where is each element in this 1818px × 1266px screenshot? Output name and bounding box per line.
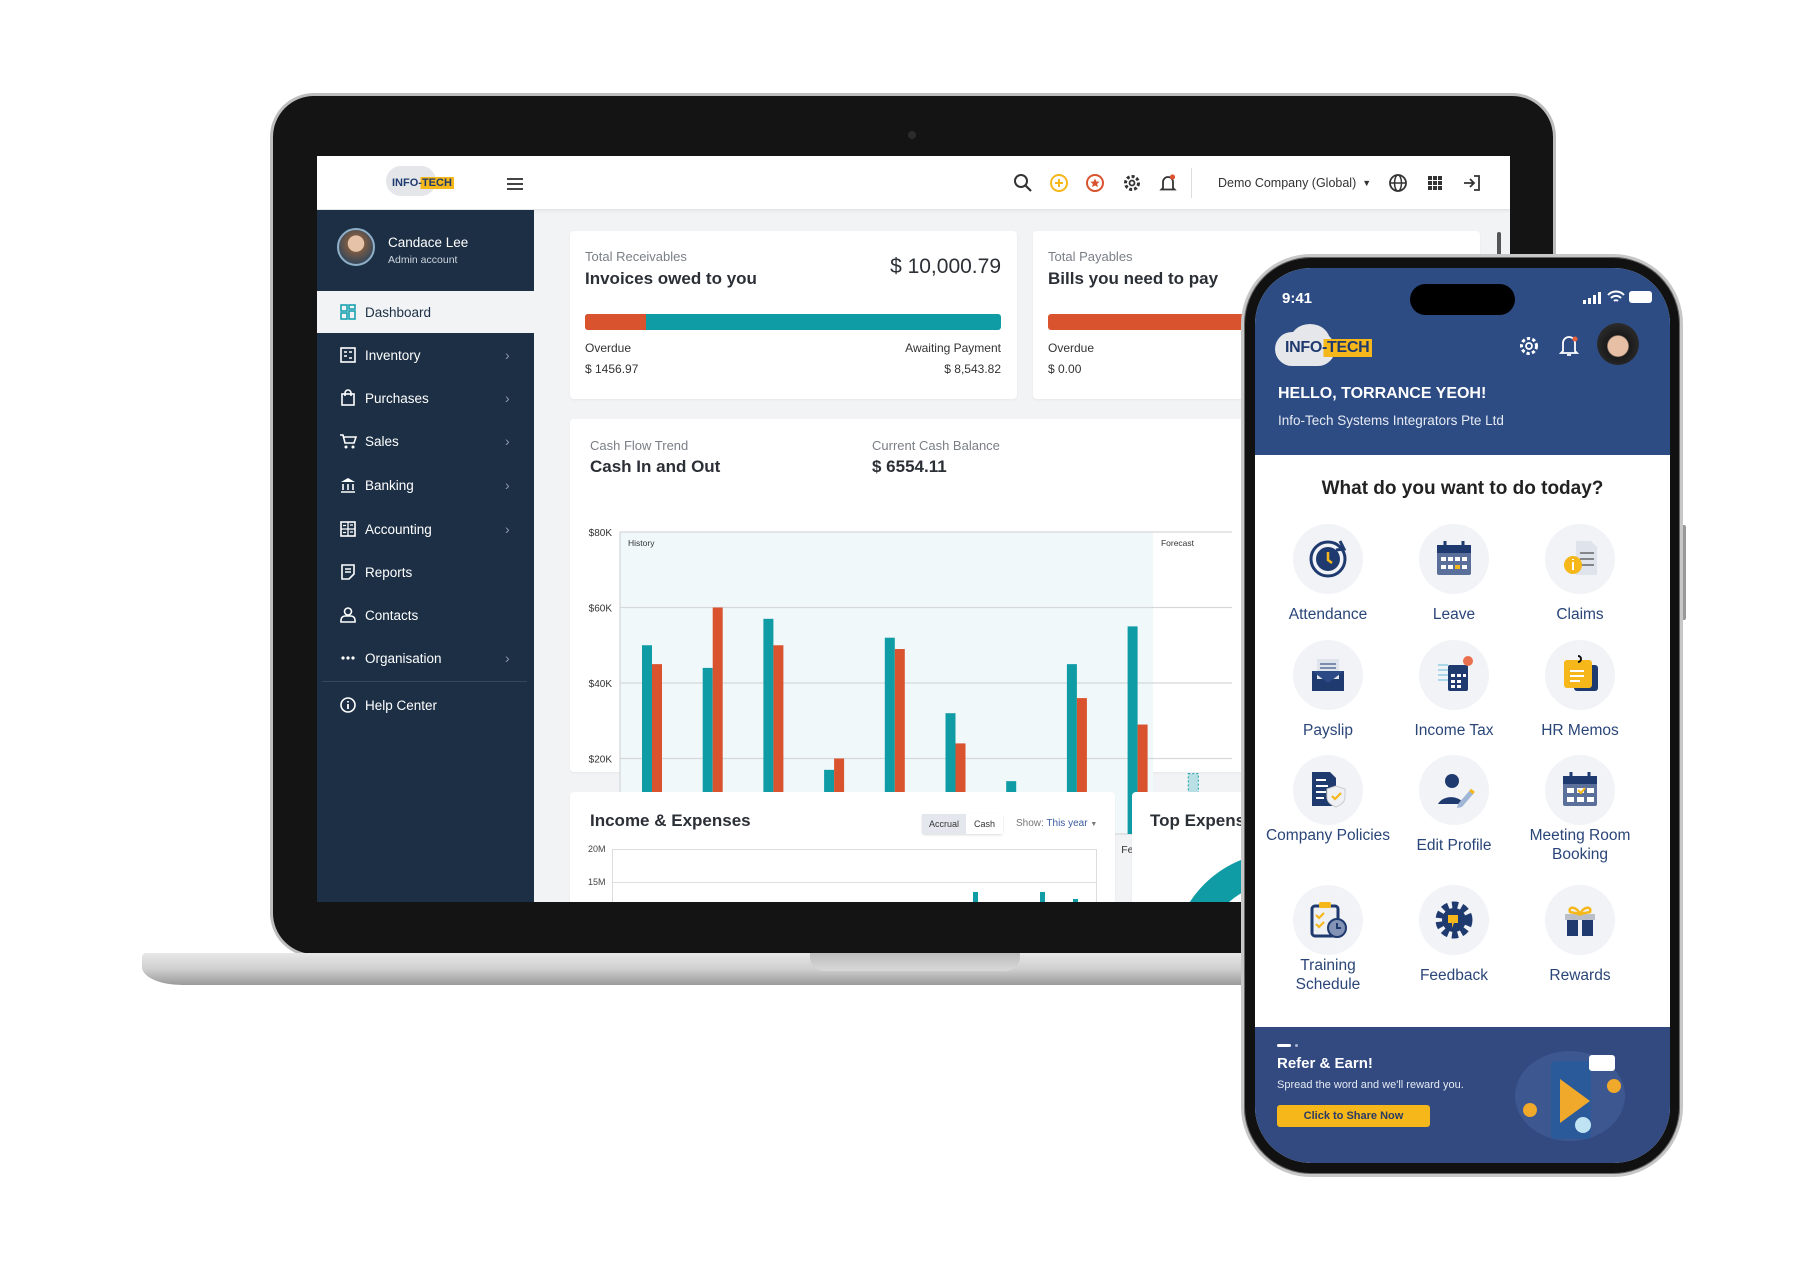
carousel-indicator[interactable] (1295, 1044, 1298, 1047)
y-tick-label: $40K (589, 679, 613, 690)
tile-label: Claims (1556, 606, 1604, 623)
refer-banner[interactable]: Refer & Earn! Spread the word and we'll … (1255, 1027, 1670, 1163)
tile-payslip[interactable]: Payslip (1263, 640, 1393, 763)
dynamic-island (1410, 284, 1515, 315)
tile-training-schedule[interactable]: Training Schedule (1263, 885, 1393, 998)
cellular-signal-icon (1583, 292, 1601, 304)
tile-claims[interactable]: Claims (1515, 524, 1645, 647)
phone-avatar[interactable] (1597, 323, 1639, 365)
tile-label: Training Schedule (1295, 957, 1361, 993)
basis-toggle: Accrual Cash (922, 814, 1004, 834)
caret-down-icon: ▼ (1090, 821, 1098, 828)
y-tick-label: $60K (589, 604, 613, 615)
tile-icon-bg (1293, 640, 1363, 710)
show-label: Show: (1016, 818, 1044, 829)
prompt-question: What do you want to do today? (1321, 478, 1604, 499)
gridline (612, 882, 1097, 883)
banner-text: Spread the word and we'll reward you. (1277, 1079, 1464, 1091)
tile-label: Meeting Room Booking (1529, 827, 1631, 863)
share-button[interactable]: Click to Share Now (1277, 1105, 1430, 1127)
laptop-notch (810, 953, 1020, 971)
toggle-accrual[interactable]: Accrual (922, 814, 967, 834)
tile-label: Income Tax (1414, 722, 1494, 739)
phone-logo-text: INFO-TECH (1282, 339, 1373, 357)
history-label: History (628, 538, 655, 548)
tile-label: Payslip (1303, 722, 1353, 739)
tile-label: Edit Profile (1416, 837, 1492, 854)
tile-label: Feedback (1419, 967, 1489, 984)
tile-icon-bg (1293, 524, 1363, 594)
payslip-envelope-icon (1312, 659, 1344, 691)
tile-icon-bg (1545, 524, 1615, 594)
tile-icon-bg (1419, 524, 1489, 594)
meeting-calendar-icon (1563, 772, 1597, 806)
tile-income-tax[interactable]: Income Tax (1389, 640, 1519, 763)
y-tick-label: $20K (589, 755, 613, 766)
tile-icon-bg (1293, 885, 1363, 955)
period-selector[interactable]: Show: This year ▼ (1016, 818, 1097, 829)
forecast-label: Forecast (1161, 538, 1195, 548)
carousel-indicator[interactable] (1277, 1044, 1291, 1047)
y-tick-label: 15M (588, 877, 606, 887)
training-schedule-icon (1310, 902, 1347, 938)
tile-icon-bg (1293, 755, 1363, 825)
tile-icon-bg (1419, 755, 1489, 825)
tile-meeting-room-booking[interactable]: Meeting Room Booking (1515, 755, 1645, 868)
tile-label: Leave (1432, 606, 1476, 623)
settings-gear-icon[interactable] (1517, 334, 1541, 358)
toggle-cash[interactable]: Cash (966, 814, 1004, 834)
tile-icon-bg (1545, 640, 1615, 710)
battery-icon (1629, 291, 1652, 303)
y-tick-label: 20M (588, 844, 606, 854)
status-time: 9:41 (1282, 290, 1313, 307)
edit-profile-icon (1438, 774, 1475, 808)
tile-attendance[interactable]: Attendance (1263, 524, 1393, 647)
claims-document-icon (1564, 541, 1597, 575)
tile-company-policies[interactable]: Company Policies (1263, 755, 1393, 868)
tile-feedback[interactable]: Feedback (1389, 885, 1519, 1008)
tile-leave[interactable]: Leave (1389, 524, 1519, 647)
wifi-icon (1607, 290, 1625, 302)
phone-screen: 9:41 INFO-TECH HELLO, TORRANCE YEOH! Inf… (1255, 268, 1670, 1163)
show-value: This year (1046, 818, 1088, 829)
greeting: HELLO, TORRANCE YEOH! (1278, 385, 1487, 402)
memo-icon (1564, 655, 1598, 691)
gift-icon (1565, 906, 1595, 936)
tile-icon-bg (1545, 885, 1615, 955)
tile-label: Rewards (1549, 967, 1611, 984)
laptop-camera (908, 131, 916, 139)
tile-icon-bg (1419, 640, 1489, 710)
tile-label: Attendance (1288, 606, 1368, 623)
notification-bell-icon[interactable] (1557, 332, 1581, 358)
calendar-icon (1437, 541, 1471, 575)
tax-calculator-icon (1438, 656, 1473, 691)
phone-logo[interactable]: INFO-TECH (1275, 324, 1395, 366)
tile-hr-memos[interactable]: HR Memos (1515, 640, 1645, 763)
tile-icon-bg (1545, 755, 1615, 825)
policy-shield-icon (1312, 772, 1346, 808)
tile-rewards[interactable]: Rewards (1515, 885, 1645, 1008)
feedback-gear-icon (1435, 901, 1473, 939)
tile-label: HR Memos (1541, 722, 1619, 739)
device-mockup: INFO-TECH Demo Company (Global) ▼ Candac… (0, 0, 1818, 1266)
tile-edit-profile[interactable]: Edit Profile (1389, 755, 1519, 878)
megaphone-illustration (1515, 1051, 1625, 1141)
banner-title: Refer & Earn! (1277, 1055, 1373, 1072)
attendance-clock-icon (1309, 540, 1347, 578)
tile-icon-bg (1419, 885, 1489, 955)
income-title: Income & Expenses (590, 811, 751, 830)
tile-label: Company Policies (1265, 827, 1391, 844)
y-tick-label: $80K (589, 528, 613, 539)
company-name: Info-Tech Systems Integrators Pte Ltd (1278, 413, 1504, 428)
top-expenses-title: Top Expens (1150, 811, 1246, 830)
